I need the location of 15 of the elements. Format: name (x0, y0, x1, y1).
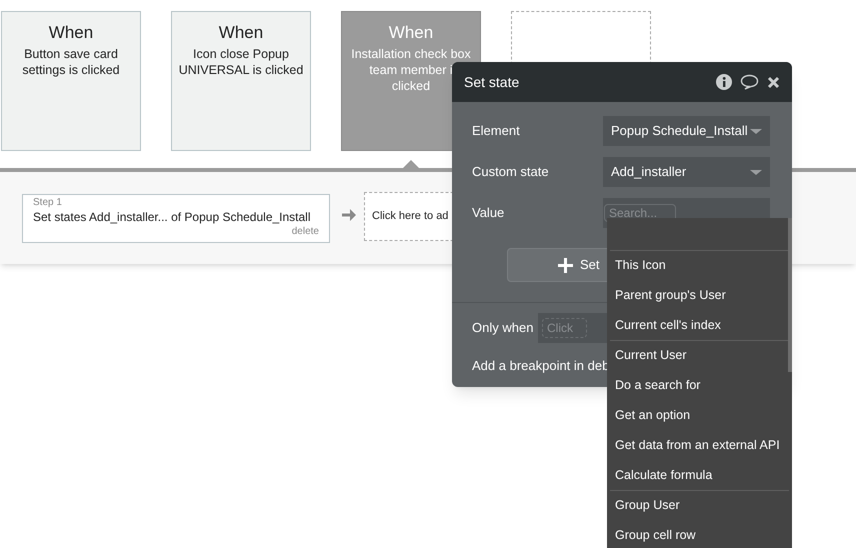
card-title: When (218, 22, 264, 44)
dropdown-value: Popup Schedule_Install (611, 122, 749, 140)
step-label: Step 1 (33, 197, 62, 209)
card-title: When (48, 22, 94, 44)
card-description: Icon close Popup UNIVERSAL is clicked (178, 46, 304, 78)
field-label: Only when (472, 319, 534, 338)
card-description-line: Installation check box (351, 46, 471, 62)
card-description-line: team member i (369, 62, 453, 78)
dropdown-value: Add_installer (611, 163, 688, 182)
field-label: Value (472, 204, 506, 222)
card-title: When (388, 22, 434, 44)
field-label: Custom state (472, 163, 550, 182)
card-description: Button save card settings is clicked (21, 46, 121, 78)
step-description: Set states Add_installer... of Popup Schedule_Install (33, 209, 311, 226)
card-description-line: clicked (392, 78, 430, 94)
